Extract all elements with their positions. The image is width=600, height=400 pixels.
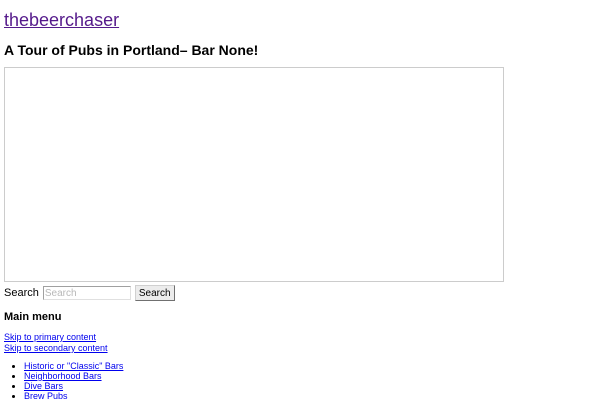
main-menu-list: Historic or "Classic" Bars Neighborhood …	[4, 361, 123, 400]
skip-links: Skip to primary content Skip to secondar…	[4, 332, 108, 354]
menu-item: Dive Bars	[24, 381, 123, 391]
site-title-link[interactable]: thebeerchaser	[4, 10, 119, 30]
search-button[interactable]: Search	[134, 285, 175, 301]
menu-item-historic-bars[interactable]: Historic or "Classic" Bars	[24, 361, 123, 371]
main-menu-heading: Main menu	[4, 311, 62, 323]
menu-item: Neighborhood Bars	[24, 371, 123, 381]
menu-item: Brew Pubs	[24, 391, 123, 400]
menu-item-brew-pubs[interactable]: Brew Pubs	[24, 391, 68, 400]
menu-item: Historic or "Classic" Bars	[24, 361, 123, 371]
page: thebeerchaser A Tour of Pubs in Portland…	[0, 0, 600, 400]
search-form: Search Search	[4, 285, 175, 301]
search-label: Search	[4, 287, 39, 299]
search-input[interactable]	[42, 286, 131, 300]
menu-item-neighborhood-bars[interactable]: Neighborhood Bars	[24, 371, 102, 381]
skip-to-primary-link[interactable]: Skip to primary content	[4, 332, 108, 343]
page-title: A Tour of Pubs in Portland– Bar None!	[4, 42, 259, 58]
menu-item-dive-bars[interactable]: Dive Bars	[24, 381, 63, 391]
site-title: thebeerchaser	[4, 9, 119, 31]
skip-to-secondary-link[interactable]: Skip to secondary content	[4, 343, 108, 354]
embedded-content-frame	[4, 67, 504, 282]
